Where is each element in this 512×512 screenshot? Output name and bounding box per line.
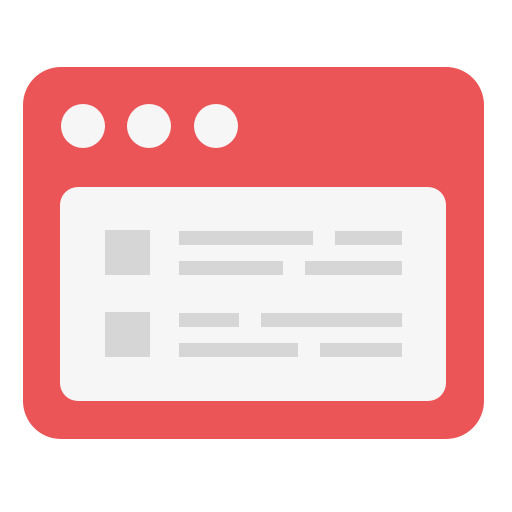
thumbnail-placeholder bbox=[105, 312, 150, 357]
text-line-placeholder bbox=[179, 313, 239, 327]
thumbnail-placeholder bbox=[105, 230, 150, 275]
text-line-placeholder bbox=[305, 261, 402, 275]
window-control-dot-icon bbox=[127, 104, 171, 148]
window-control-dot-icon bbox=[194, 104, 238, 148]
content-panel bbox=[60, 187, 446, 401]
window-control-dot-icon bbox=[61, 104, 105, 148]
text-line-placeholder bbox=[179, 231, 313, 245]
text-line-placeholder bbox=[261, 313, 402, 327]
text-line-placeholder bbox=[320, 343, 402, 357]
text-line-placeholder bbox=[179, 343, 298, 357]
app-icon bbox=[0, 0, 512, 512]
text-line-placeholder bbox=[179, 261, 283, 275]
text-line-placeholder bbox=[335, 231, 402, 245]
